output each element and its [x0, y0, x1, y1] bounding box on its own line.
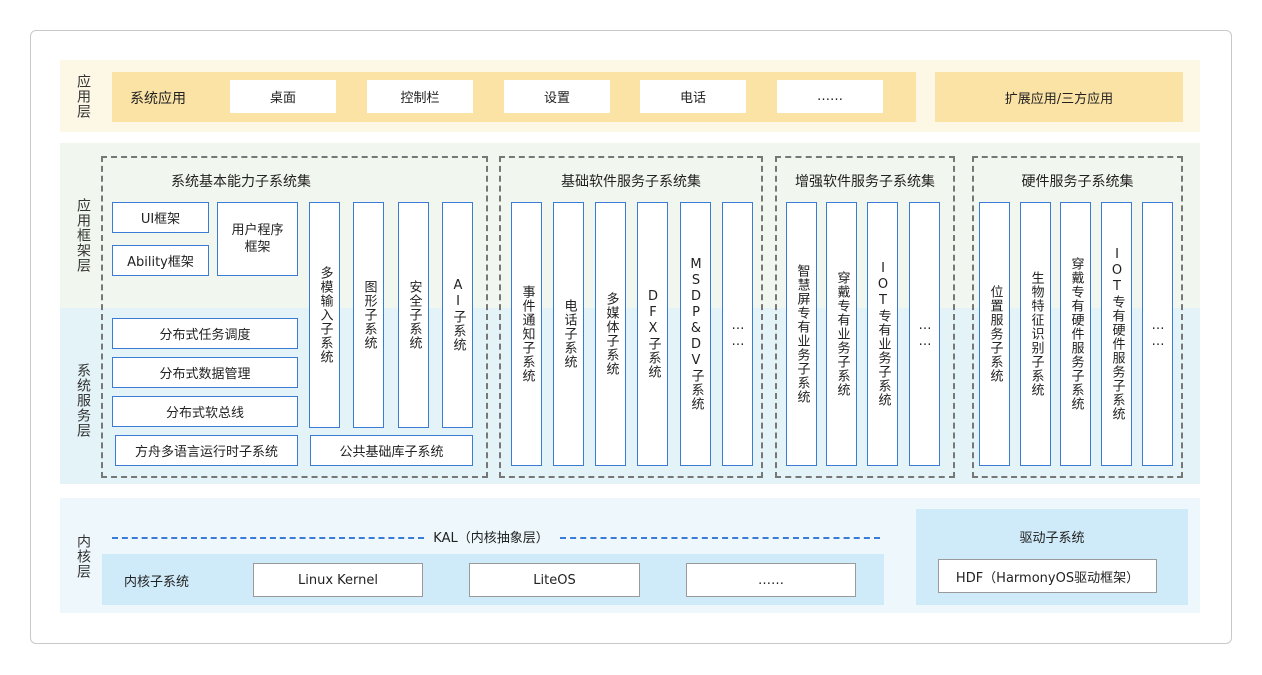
kal-dash-right [560, 537, 880, 539]
wearable-hardware-column: 穿戴专有硬件服务子系统 [1060, 202, 1091, 466]
driver-subsystem-label: 驱动子系统 [1019, 531, 1085, 546]
location-column: 位置服务子系统 [979, 202, 1010, 466]
biometrics-column: 生物特征识别子系统 [1020, 202, 1051, 466]
framework-layer-label: 应用框架层 [75, 197, 91, 273]
kal-dash-left [112, 537, 424, 539]
service-layer-label: 系统服务层 [75, 362, 91, 438]
basic-software-title: 基础软件服务子系统集 [561, 174, 701, 190]
app-more: …… [777, 80, 883, 113]
kernel-layer-label: 内核层 [75, 533, 91, 579]
ui-framework-box: UI框架 [112, 202, 209, 233]
telephony-column: 电话子系统 [553, 202, 584, 466]
linux-kernel-box: Linux Kernel [253, 563, 423, 597]
wearable-service-column: 穿戴专有业务子系统 [826, 202, 857, 466]
enhanced-software-title: 增强软件服务子系统集 [795, 174, 935, 190]
kal-label: KAL（内核抽象层） [433, 531, 549, 546]
smart-screen-column: 智慧屏专有业务子系统 [786, 202, 817, 466]
liteos-box: LiteOS [469, 563, 640, 597]
multimodal-input-column: 多模输入子系统 [309, 202, 340, 428]
iot-hardware-column: IOT专有硬件服务子系统 [1101, 202, 1132, 466]
extended-apps-bar: 扩展应用/三方应用 [935, 72, 1183, 122]
hdf-box: HDF（HarmonyOS驱动框架） [938, 559, 1157, 593]
hardware-service-title: 硬件服务子系统集 [1021, 174, 1134, 190]
event-notify-column: 事件通知子系统 [511, 202, 542, 466]
multimedia-column: 多媒体子系统 [595, 202, 626, 466]
hardware-more-column: …… [1142, 202, 1173, 466]
ark-runtime-box: 方舟多语言运行时子系统 [115, 435, 298, 466]
app-desktop: 桌面 [230, 80, 336, 113]
dfx-column: DFX子系统 [637, 202, 668, 466]
system-apps-label: 系统应用 [130, 91, 186, 107]
app-control-bar: 控制栏 [367, 80, 473, 113]
iot-service-column: IOT专有业务子系统 [867, 202, 898, 466]
user-program-framework-box: 用户程序框架 [217, 202, 298, 276]
enhanced-more-column: …… [909, 202, 940, 466]
ai-column: AI子系统 [442, 202, 473, 428]
security-column: 安全子系统 [398, 202, 429, 428]
app-phone: 电话 [640, 80, 746, 113]
app-settings: 设置 [504, 80, 610, 113]
basic-capability-title: 系统基本能力子系统集 [171, 174, 311, 190]
graphics-column: 图形子系统 [353, 202, 384, 428]
soft-bus-box: 分布式软总线 [112, 396, 298, 427]
distributed-data-box: 分布式数据管理 [112, 357, 298, 388]
msdp-dv-column: MSDP&DV子系统 [680, 202, 711, 466]
common-lib-box: 公共基础库子系统 [310, 435, 473, 466]
ability-framework-box: Ability框架 [112, 245, 209, 276]
basic-software-more-column: …… [722, 202, 753, 466]
user-program-framework-label: 用户程序框架 [231, 223, 284, 255]
app-layer-label: 应用层 [75, 73, 91, 119]
kernel-subsystem-label: 内核子系统 [124, 575, 190, 590]
kernel-more-box: …… [686, 563, 856, 597]
distributed-scheduling-box: 分布式任务调度 [112, 318, 298, 349]
